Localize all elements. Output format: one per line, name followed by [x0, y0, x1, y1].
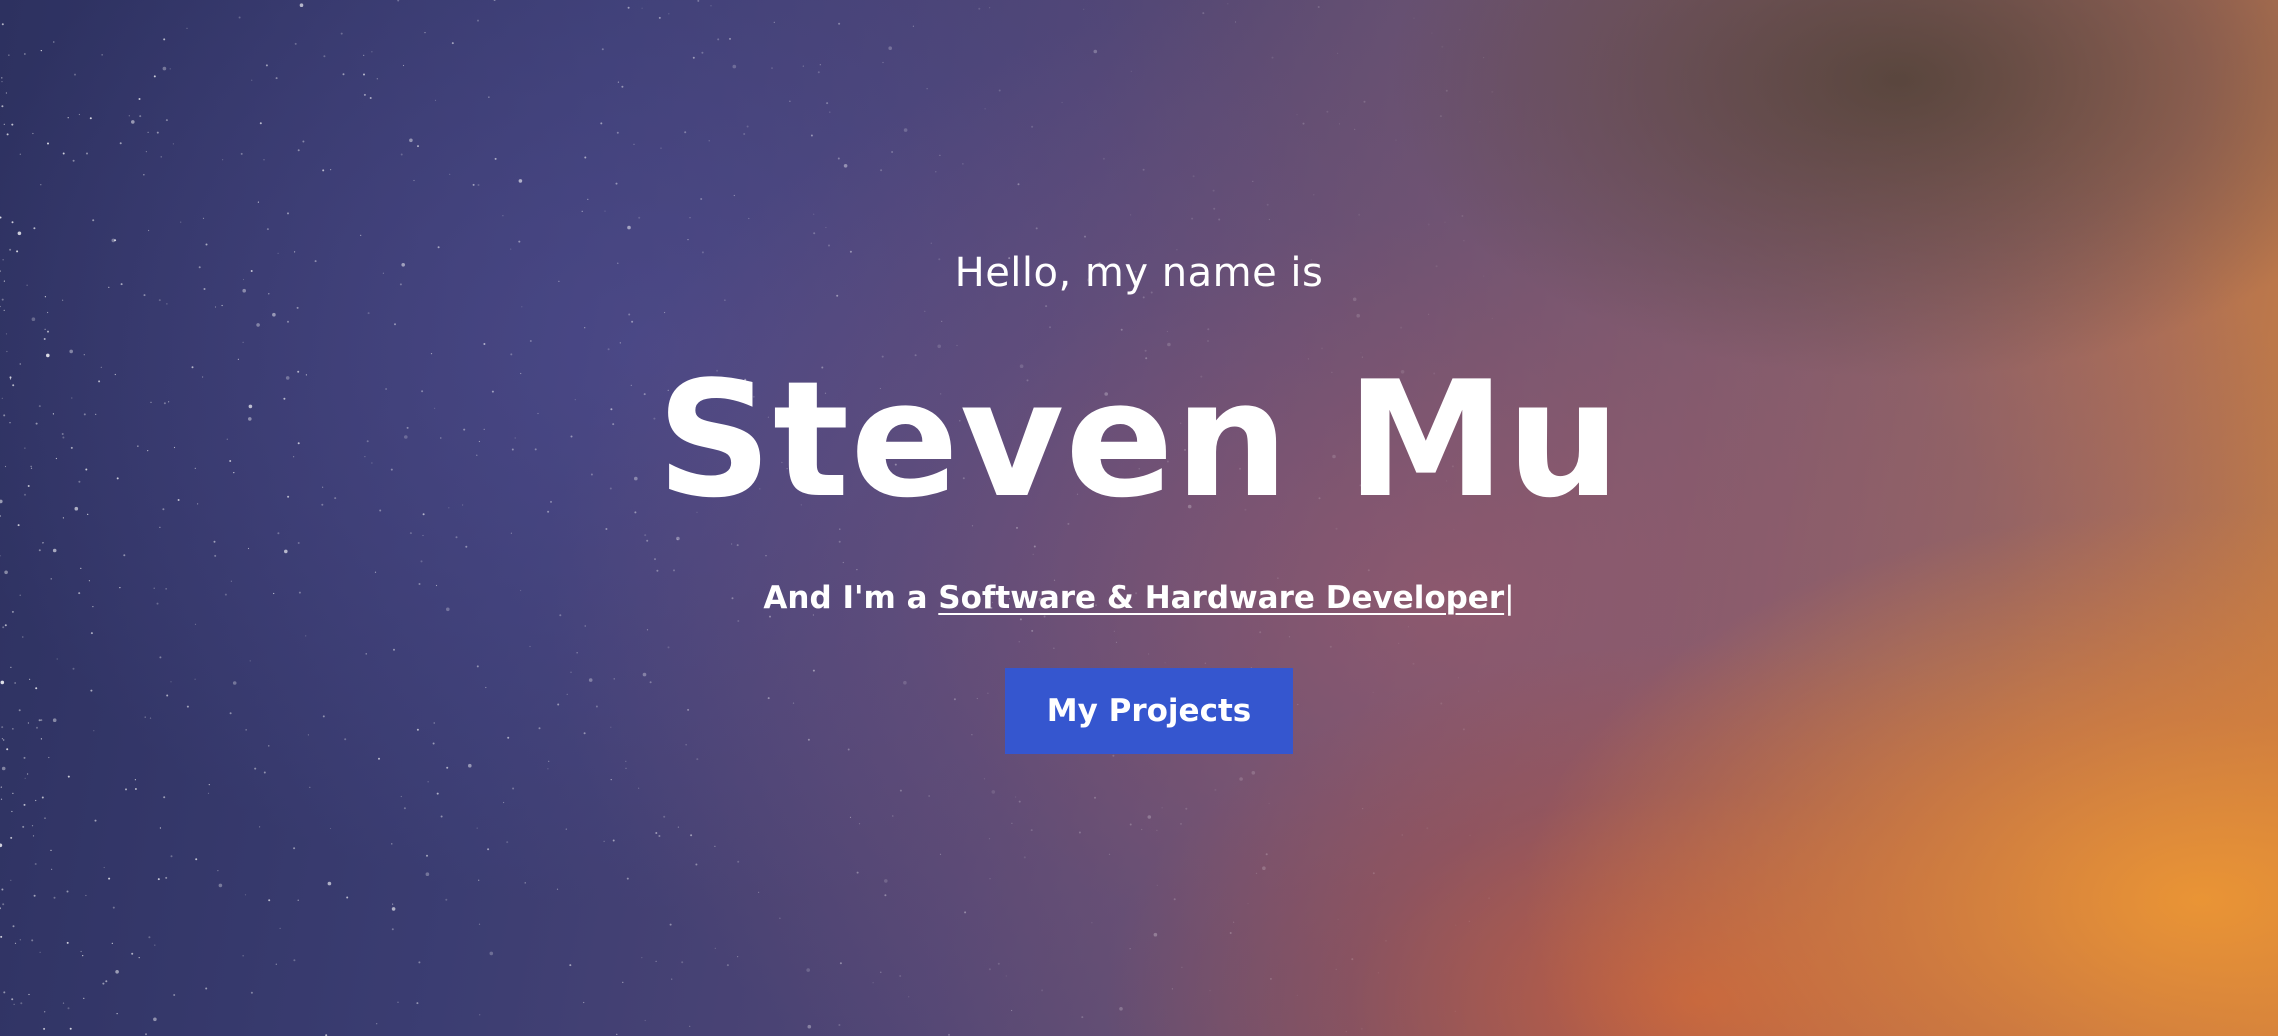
tagline-role: Software & Hardware Developer	[938, 580, 1505, 616]
hero-content: Hello, my name is Steven Mu And I'm a So…	[0, 0, 2278, 1036]
tagline: And I'm a Software & Hardware Developer|	[0, 580, 2278, 616]
greeting-text: Hello, my name is	[954, 250, 1324, 296]
typing-cursor: |	[1504, 580, 1515, 616]
hero-section: Hello, my name is Steven Mu And I'm a So…	[0, 0, 2278, 1036]
my-projects-button[interactable]: My Projects	[1005, 668, 1293, 754]
tagline-prefix: And I'm a	[763, 580, 939, 616]
hero-name: Steven Mu	[656, 346, 1622, 533]
